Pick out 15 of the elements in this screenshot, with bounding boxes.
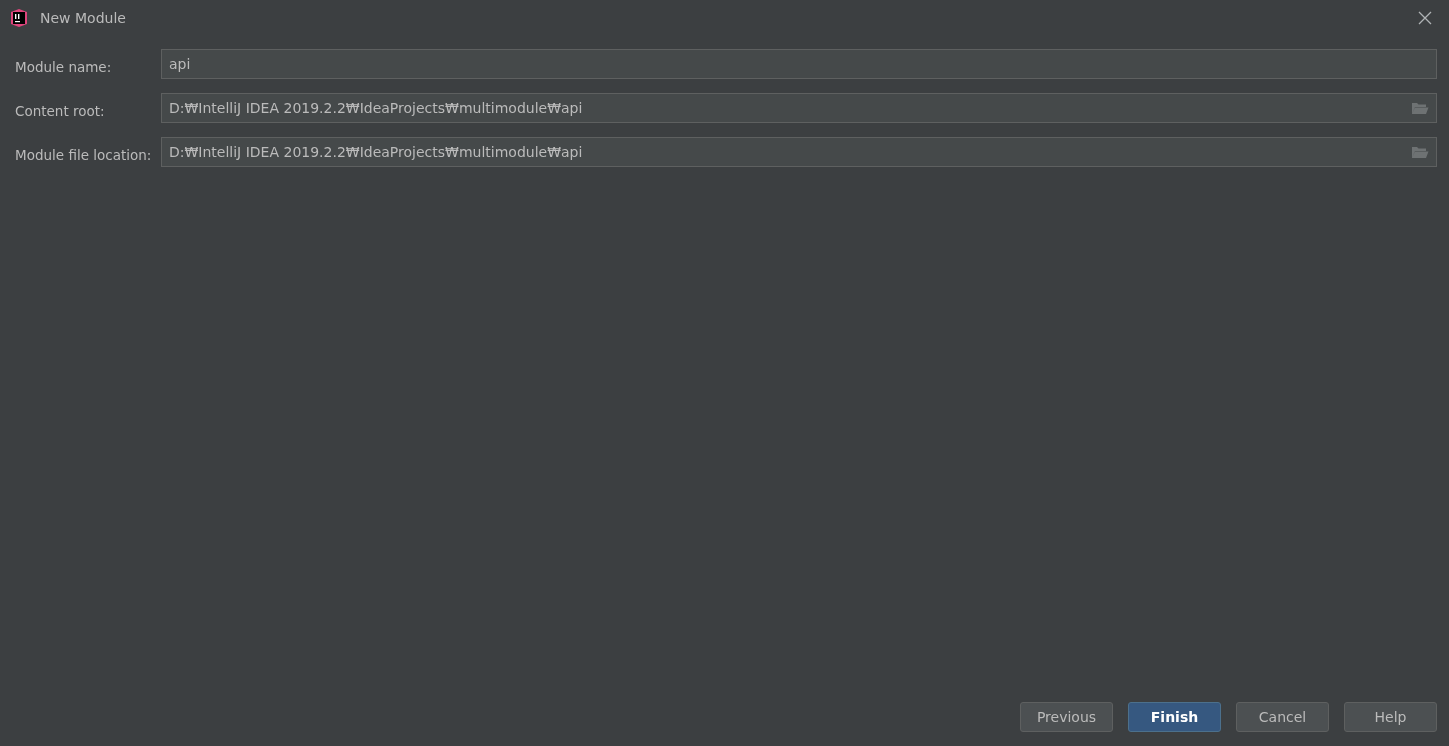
close-icon[interactable] <box>1418 11 1432 25</box>
folder-icon[interactable] <box>1411 145 1429 159</box>
dialog-button[interactable]: Cancel <box>1236 702 1329 732</box>
finish-button[interactable]: Finish <box>1128 702 1221 732</box>
app-logo-icon <box>9 8 29 28</box>
input-field[interactable]: D:₩IntelliJ IDEA 2019.2.2₩IdeaProjects₩multimodule₩api <box>161 137 1437 167</box>
field-label: Module file location: <box>15 146 153 163</box>
input-field[interactable]: api <box>161 49 1437 79</box>
window-title: New Module <box>40 10 126 26</box>
folder-icon[interactable] <box>1411 101 1429 115</box>
dialog-button[interactable]: Help <box>1344 702 1437 732</box>
dialog-button[interactable]: Previous <box>1020 702 1113 732</box>
input-field[interactable]: D:₩IntelliJ IDEA 2019.2.2₩IdeaProjects₩multimodule₩api <box>161 93 1437 123</box>
field-label: Module name: <box>15 58 113 75</box>
field-label: Content root: <box>15 102 106 119</box>
